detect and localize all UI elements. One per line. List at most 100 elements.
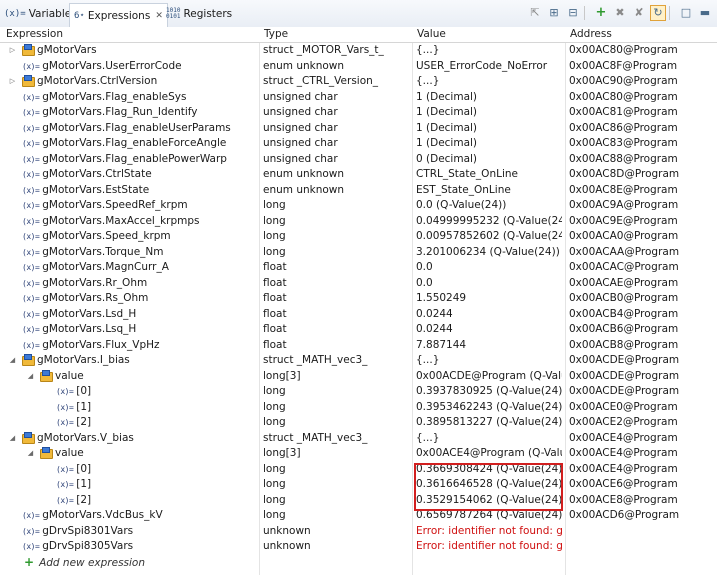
- expression-name-cell[interactable]: (x)= gMotorVars.Rr_Ohm: [22, 276, 259, 292]
- table-row[interactable]: ▷ gMotorVars.CtrlVersion struct _CTRL_Vers…: [0, 74, 717, 90]
- expression-name-cell[interactable]: (x)= gMotorVars.Flag_enableSys: [22, 90, 259, 106]
- table-row[interactable]: (x)= gMotorVars.Rs_Ohm float 1.550249 0x00AC…: [0, 291, 717, 307]
- value-cell[interactable]: {...}: [416, 74, 562, 90]
- value-cell[interactable]: CTRL_State_OnLine: [416, 167, 562, 183]
- value-cell[interactable]: EST_State_OnLine: [416, 183, 562, 199]
- new-window-icon[interactable]: □: [678, 5, 694, 21]
- table-row[interactable]: (x)= gDrvSpi8301Vars unknown Error: identif…: [0, 524, 717, 540]
- expression-name-cell[interactable]: gMotorVars.I_bias: [22, 353, 259, 369]
- expand-toggle-icon[interactable]: ◢: [8, 431, 17, 447]
- expression-name-cell[interactable]: (x)= gMotorVars.UserErrorCode: [22, 59, 259, 75]
- remove-icon[interactable]: ✖: [612, 5, 628, 21]
- table-row[interactable]: (x)= gMotorVars.SpeedRef_krpm long 0.0 (Q-V…: [0, 198, 717, 214]
- value-cell[interactable]: 1 (Decimal): [416, 121, 562, 137]
- value-cell[interactable]: {...}: [416, 431, 562, 447]
- value-cell[interactable]: 0.00957852602 (Q-Value(24)): [416, 229, 562, 245]
- expression-name-cell[interactable]: (x)= gMotorVars.Torque_Nm: [22, 245, 259, 261]
- expression-name-cell[interactable]: value: [40, 369, 259, 385]
- expression-name-cell[interactable]: (x)= gMotorVars.Lsq_H: [22, 322, 259, 338]
- import-icon[interactable]: ⇱: [527, 5, 543, 21]
- expression-name-cell[interactable]: (x)= gMotorVars.Flux_VpHz: [22, 338, 259, 354]
- expression-name-cell[interactable]: gMotorVars.CtrlVersion: [22, 74, 259, 90]
- expression-name-cell[interactable]: (x)= gMotorVars.Flag_enablePowerWarp: [22, 152, 259, 168]
- add-expression-icon[interactable]: +: [593, 5, 609, 21]
- table-row[interactable]: (x)= [0] long 0.3937830925 (Q-Value(24)) 0x0…: [0, 384, 717, 400]
- value-cell[interactable]: 0x00ACE4@Program (Q-Value...: [416, 446, 562, 462]
- table-row[interactable]: (x)= [1] long 0.3616646528 (Q-Value(24)) 0x0…: [0, 477, 717, 493]
- table-row[interactable]: (x)= gMotorVars.Flux_VpHz float 7.887144 0x0…: [0, 338, 717, 354]
- value-cell[interactable]: 1.550249: [416, 291, 562, 307]
- expression-name-cell[interactable]: (x)= [2]: [56, 493, 259, 509]
- value-cell[interactable]: 7.887144: [416, 338, 562, 354]
- value-cell[interactable]: 0x00ACDE@Program (Q-Value...: [416, 369, 562, 385]
- expression-name-cell[interactable]: (x)= gMotorVars.SpeedRef_krpm: [22, 198, 259, 214]
- expression-name-cell[interactable]: gMotorVars.V_bias: [22, 431, 259, 447]
- value-cell[interactable]: 1 (Decimal): [416, 90, 562, 106]
- tab-registers[interactable]: 1010 0101 Registers: [166, 4, 232, 24]
- column-header-expression[interactable]: Expression: [0, 27, 63, 42]
- expression-name-cell[interactable]: (x)= [1]: [56, 477, 259, 493]
- expression-name-cell[interactable]: (x)= gMotorVars.CtrlState: [22, 167, 259, 183]
- expression-name-cell[interactable]: (x)= [0]: [56, 462, 259, 478]
- expand-toggle-icon[interactable]: ▷: [8, 74, 17, 90]
- expression-name-cell[interactable]: (x)= gDrvSpi8301Vars: [22, 524, 259, 540]
- add-new-expression-row[interactable]: + Add new expression: [0, 555, 717, 571]
- close-icon[interactable]: ✕: [155, 11, 163, 21]
- table-row[interactable]: (x)= gMotorVars.EstState enum unknown EST_S…: [0, 183, 717, 199]
- expression-name-cell[interactable]: (x)= [0]: [56, 384, 259, 400]
- expression-name-cell[interactable]: (x)= gMotorVars.MagnCurr_A: [22, 260, 259, 276]
- table-row[interactable]: (x)= [2] long 0.3529154062 (Q-Value(24)) 0x0…: [0, 493, 717, 509]
- value-cell[interactable]: 0.0244: [416, 322, 562, 338]
- value-cell[interactable]: 1 (Decimal): [416, 105, 562, 121]
- table-row[interactable]: (x)= gMotorVars.Flag_enableForceAngle unsi…: [0, 136, 717, 152]
- value-cell[interactable]: 1 (Decimal): [416, 136, 562, 152]
- value-cell[interactable]: {...}: [416, 353, 562, 369]
- expand-toggle-icon[interactable]: ▷: [8, 43, 17, 59]
- table-row[interactable]: (x)= gMotorVars.MaxAccel_krpmps long 0.0499…: [0, 214, 717, 230]
- table-row[interactable]: (x)= [1] long 0.3953462243 (Q-Value(24)) 0x0…: [0, 400, 717, 416]
- value-cell[interactable]: 0.3895813227 (Q-Value(24)): [416, 415, 562, 431]
- value-cell[interactable]: 0.0244: [416, 307, 562, 323]
- value-cell[interactable]: 0.0 (Q-Value(24)): [416, 198, 562, 214]
- table-row[interactable]: ◢ gMotorVars.V_bias struct _MATH_vec3_ {...…: [0, 431, 717, 447]
- table-row[interactable]: (x)= gMotorVars.Lsq_H float 0.0244 0x00ACB6@…: [0, 322, 717, 338]
- table-row[interactable]: (x)= gMotorVars.Flag_enableUserParams unsi…: [0, 121, 717, 137]
- table-row[interactable]: (x)= [0] long 0.3669308424 (Q-Value(24)) 0x0…: [0, 462, 717, 478]
- table-row[interactable]: (x)= gMotorVars.MagnCurr_A float 0.0 0x00ACA…: [0, 260, 717, 276]
- expression-name-cell[interactable]: (x)= [2]: [56, 415, 259, 431]
- value-cell[interactable]: 0.0: [416, 276, 562, 292]
- table-row[interactable]: ◢ gMotorVars.I_bias struct _MATH_vec3_ {...…: [0, 353, 717, 369]
- value-cell[interactable]: Error: identifier not found: gDr...: [416, 539, 562, 555]
- table-row[interactable]: (x)= gMotorVars.UserErrorCode enum unknown…: [0, 59, 717, 75]
- minimize-icon[interactable]: ▬: [697, 5, 713, 21]
- table-row[interactable]: (x)= gMotorVars.Speed_krpm long 0.009578526…: [0, 229, 717, 245]
- continuous-refresh-icon[interactable]: ↻: [650, 5, 666, 21]
- expand-all-icon[interactable]: ⊞: [546, 5, 562, 21]
- expand-toggle-icon[interactable]: ◢: [8, 353, 17, 369]
- column-header-type[interactable]: Type: [258, 27, 288, 42]
- table-row[interactable]: (x)= gDrvSpi8305Vars unknown Error: identif…: [0, 539, 717, 555]
- expand-toggle-icon[interactable]: ◢: [26, 446, 35, 462]
- expression-name-cell[interactable]: (x)= [1]: [56, 400, 259, 416]
- table-row[interactable]: (x)= gMotorVars.Torque_Nm long 3.201006234 …: [0, 245, 717, 261]
- table-row[interactable]: (x)= gMotorVars.Rr_Ohm float 0.0 0x00ACAE@Pr…: [0, 276, 717, 292]
- table-row[interactable]: (x)= gMotorVars.Flag_enablePowerWarp unsig…: [0, 152, 717, 168]
- value-cell[interactable]: 3.201006234 (Q-Value(24)): [416, 245, 562, 261]
- expand-toggle-icon[interactable]: ◢: [26, 369, 35, 385]
- expression-name-cell[interactable]: value: [40, 446, 259, 462]
- remove-all-icon[interactable]: ✘: [631, 5, 647, 21]
- table-row[interactable]: (x)= gMotorVars.CtrlState enum unknown CTRL…: [0, 167, 717, 183]
- expression-name-cell[interactable]: (x)= gMotorVars.EstState: [22, 183, 259, 199]
- column-header-address[interactable]: Address: [564, 27, 612, 42]
- value-cell[interactable]: Error: identifier not found: gDr...: [416, 524, 562, 540]
- table-row[interactable]: (x)= gMotorVars.VdcBus_kV long 0.6569787264…: [0, 508, 717, 524]
- collapse-all-icon[interactable]: ⊟: [565, 5, 581, 21]
- value-cell[interactable]: 0.3937830925 (Q-Value(24)): [416, 384, 562, 400]
- table-row[interactable]: ◢ value long[3] 0x00ACDE@Program (Q-Value..…: [0, 369, 717, 385]
- expression-name-cell[interactable]: (x)= gMotorVars.Flag_enableUserParams: [22, 121, 259, 137]
- value-cell[interactable]: 0.0: [416, 260, 562, 276]
- expression-name-cell[interactable]: gMotorVars: [22, 43, 259, 59]
- expression-name-cell[interactable]: (x)= gMotorVars.Lsd_H: [22, 307, 259, 323]
- table-row[interactable]: ◢ value long[3] 0x00ACE4@Program (Q-Value..…: [0, 446, 717, 462]
- value-cell[interactable]: 0 (Decimal): [416, 152, 562, 168]
